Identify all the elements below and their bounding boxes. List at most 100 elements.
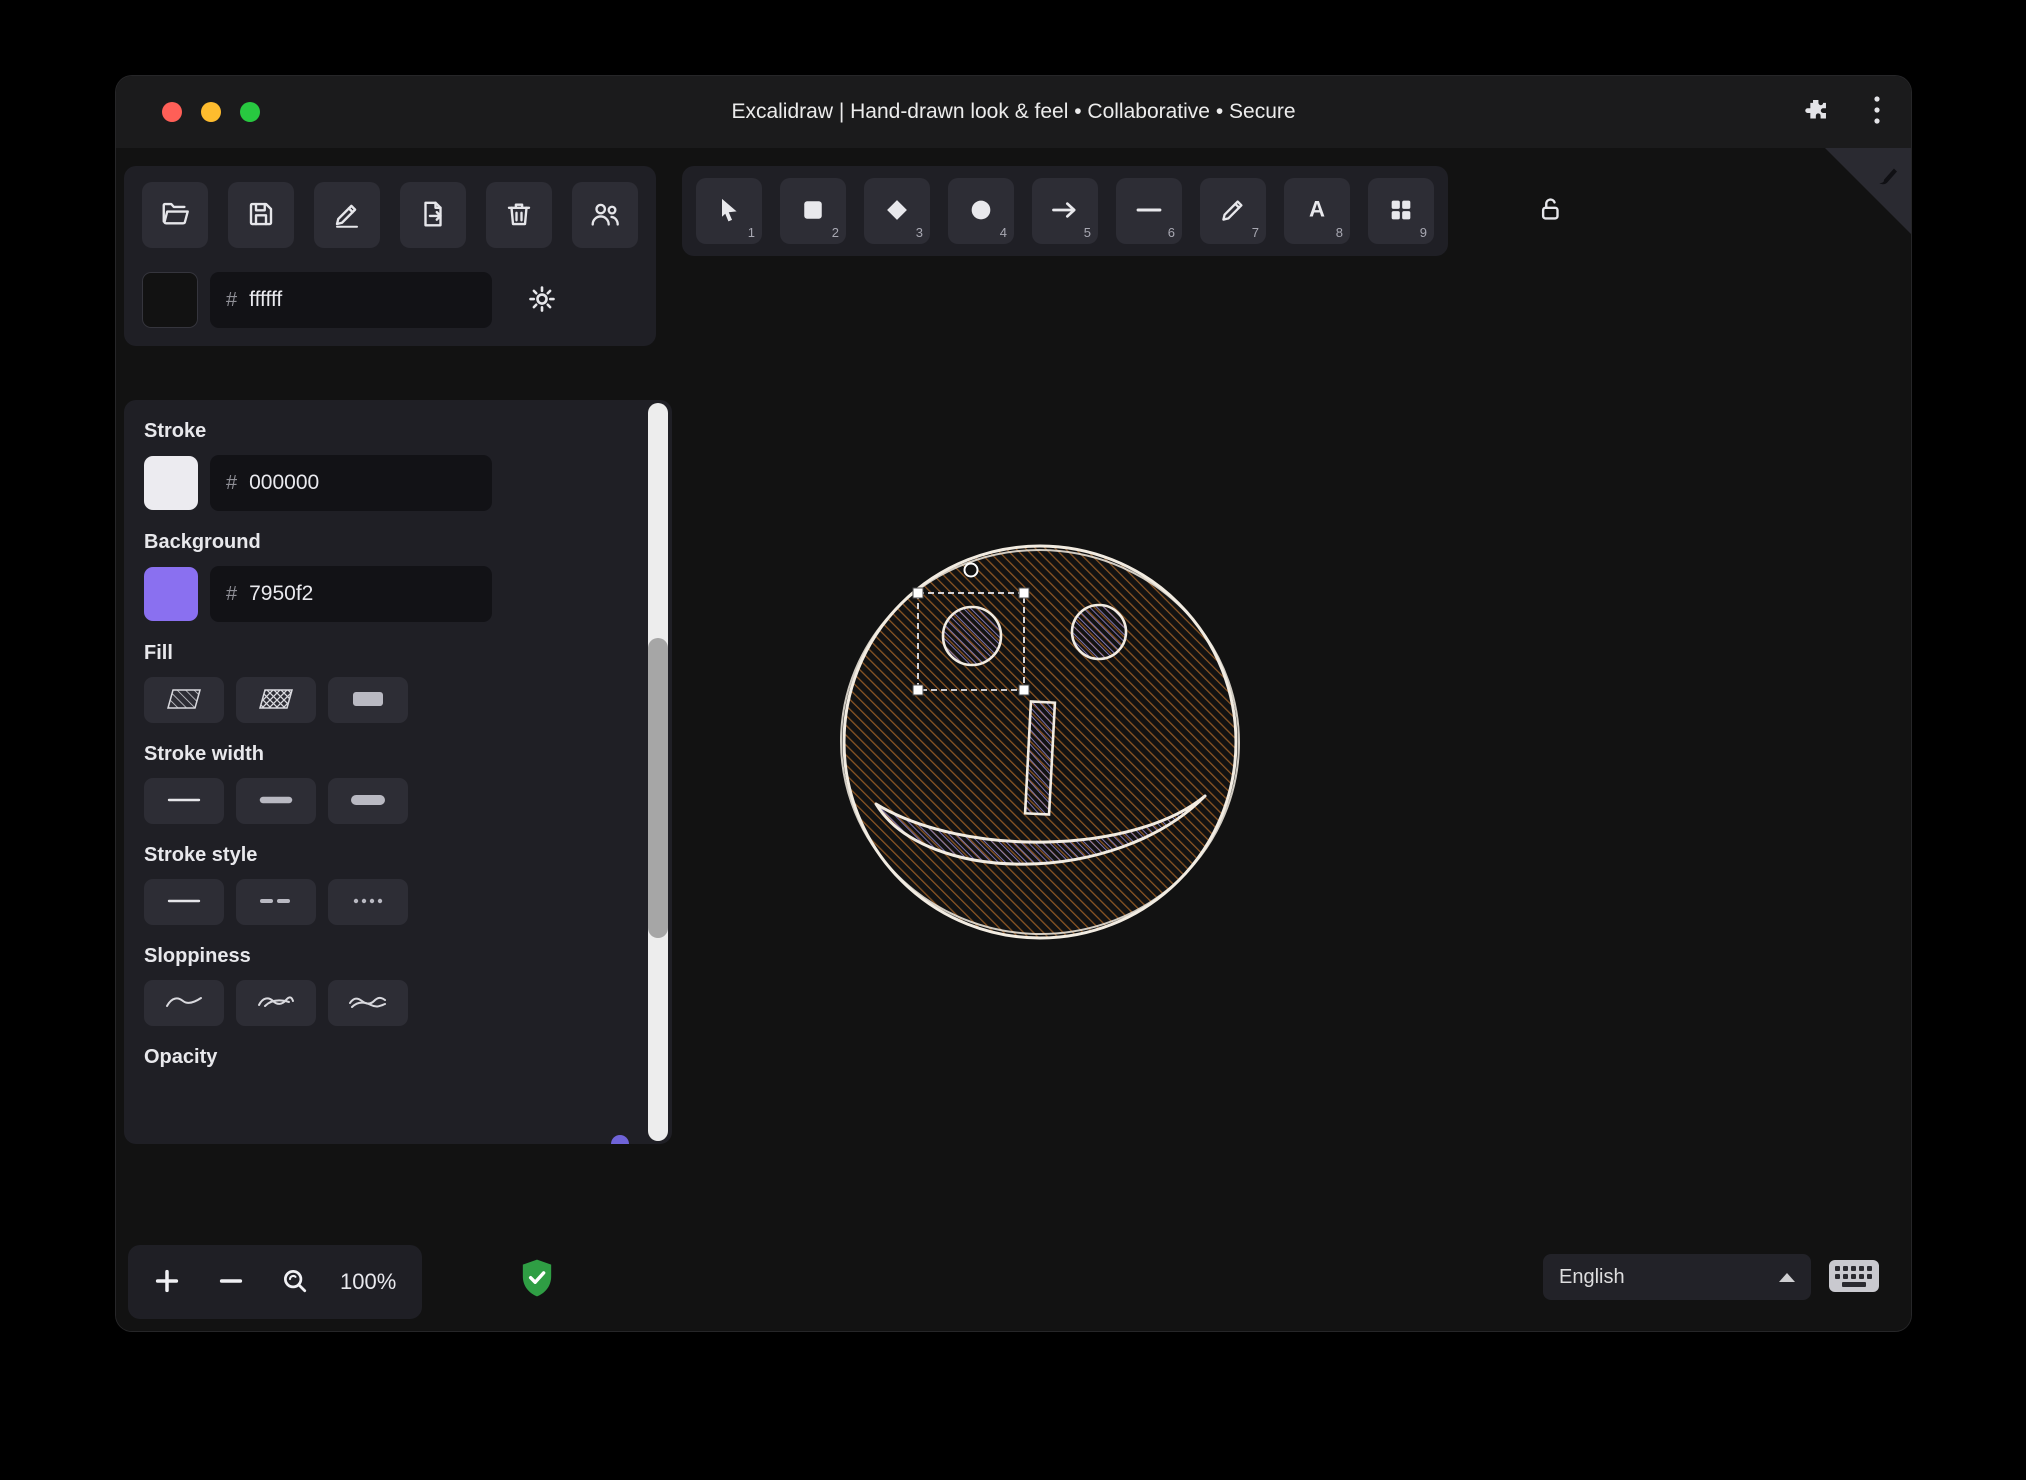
extension-puzzle-icon[interactable] xyxy=(1802,96,1829,128)
stroke-style-dashed-button[interactable] xyxy=(236,879,316,925)
tool-ellipse[interactable]: 4 xyxy=(948,178,1014,244)
zoom-controls-island: 100% xyxy=(128,1245,423,1319)
corner-brush-icon xyxy=(1875,162,1901,193)
fill-solid-button[interactable] xyxy=(328,677,408,723)
smiley-left-eye-ellipse[interactable] xyxy=(941,605,1003,667)
pen-edit-icon xyxy=(332,199,362,232)
keyboard-shortcuts-icon[interactable] xyxy=(1828,1258,1880,1299)
lock-tool-button[interactable] xyxy=(1524,184,1576,236)
grid-squares-icon xyxy=(1387,196,1415,227)
hash-prefix: # xyxy=(226,288,238,311)
stroke-width-section-label: Stroke width xyxy=(144,743,265,765)
canvas-settings-button[interactable] xyxy=(518,276,566,324)
clear-canvas-button[interactable] xyxy=(486,182,552,248)
stroke-width-extra-bold-button[interactable] xyxy=(328,778,408,824)
cartoonist-squiggle-icon xyxy=(347,989,389,1018)
stroke-color-swatch[interactable] xyxy=(144,456,198,510)
minimize-window-button[interactable] xyxy=(201,102,221,122)
minus-icon xyxy=(216,1266,246,1299)
properties-panel: Stroke # Background # Fill xyxy=(124,400,672,1144)
tool-text[interactable]: A 8 xyxy=(1284,178,1350,244)
rectangle-icon xyxy=(799,196,827,227)
chevron-up-icon xyxy=(1779,1272,1795,1282)
stroke-width-bold-button[interactable] xyxy=(236,778,316,824)
people-icon xyxy=(589,199,621,232)
arrow-right-icon xyxy=(1050,196,1080,227)
background-hex-input[interactable] xyxy=(249,582,476,606)
background-section-label: Background xyxy=(144,531,261,553)
save-as-button[interactable] xyxy=(314,182,380,248)
excalidraw-app: # 1 2 xyxy=(116,148,1911,1331)
titlebar: Excalidraw | Hand-drawn look & feel • Co… xyxy=(116,76,1911,149)
sloppiness-architect-button[interactable] xyxy=(144,980,224,1026)
window-title: Excalidraw | Hand-drawn look & feel • Co… xyxy=(731,100,1296,123)
reset-zoom-button[interactable] xyxy=(266,1253,324,1311)
artist-squiggle-icon xyxy=(255,989,297,1018)
bold-line-icon xyxy=(256,787,296,816)
hash-prefix: # xyxy=(226,582,238,605)
unlocked-padlock-icon xyxy=(1535,194,1565,227)
tool-diamond[interactable]: 3 xyxy=(864,178,930,244)
smiley-right-eye-ellipse[interactable] xyxy=(1070,603,1128,661)
sloppiness-cartoonist-button[interactable] xyxy=(328,980,408,1026)
canvas-background-hex-input[interactable] xyxy=(249,288,476,312)
hash-prefix: # xyxy=(226,471,238,494)
selection-handle-nw xyxy=(912,587,924,599)
zoom-level-label: 100% xyxy=(340,1269,397,1294)
panel-scrollbar-thumb[interactable] xyxy=(648,638,668,938)
background-hex-field: # xyxy=(210,566,492,622)
stroke-hex-input[interactable] xyxy=(249,471,476,495)
solid-stroke-icon xyxy=(164,888,204,917)
canvas[interactable] xyxy=(720,422,1360,1062)
tool-line[interactable]: 6 xyxy=(1116,178,1182,244)
tool-arrow[interactable]: 5 xyxy=(1032,178,1098,244)
close-window-button[interactable] xyxy=(162,102,182,122)
stroke-style-dotted-button[interactable] xyxy=(328,879,408,925)
canvas-background-swatch[interactable] xyxy=(142,272,198,328)
sloppiness-section-label: Sloppiness xyxy=(144,945,251,967)
gear-sun-icon xyxy=(527,284,557,317)
app-window: Excalidraw | Hand-drawn look & feel • Co… xyxy=(116,76,1911,1331)
tool-shapes-library[interactable]: 9 xyxy=(1368,178,1434,244)
fill-cross-hatch-button[interactable] xyxy=(236,677,316,723)
panel-scrollbar-track[interactable] xyxy=(648,403,668,1141)
language-select[interactable]: English xyxy=(1543,1254,1811,1300)
architect-squiggle-icon xyxy=(163,989,205,1018)
dashed-stroke-icon xyxy=(256,888,296,917)
tool-draw[interactable]: 7 xyxy=(1200,178,1266,244)
collaborators-button[interactable] xyxy=(572,182,638,248)
pencil-icon xyxy=(1219,196,1247,227)
sloppiness-artist-button[interactable] xyxy=(236,980,316,1026)
selection-handle-sw xyxy=(912,684,924,696)
ellipse-icon xyxy=(967,196,995,227)
diamond-icon xyxy=(883,196,911,227)
background-color-swatch[interactable] xyxy=(144,567,198,621)
encryption-shield-icon[interactable] xyxy=(520,1258,554,1303)
dotted-stroke-icon xyxy=(348,888,388,917)
opacity-slider-thumb[interactable] xyxy=(611,1135,629,1144)
rotate-handle xyxy=(963,562,979,578)
stroke-hex-field: # xyxy=(210,455,492,511)
selection-handle-se xyxy=(1018,684,1030,696)
kebab-menu-icon[interactable] xyxy=(1873,94,1881,131)
smiley-nose-rectangle[interactable] xyxy=(1023,700,1057,816)
shape-toolbar-island: 1 2 3 4 5 6 7 A 8 9 xyxy=(682,166,1448,256)
zoom-window-button[interactable] xyxy=(240,102,260,122)
stroke-style-solid-button[interactable] xyxy=(144,879,224,925)
zoom-out-button[interactable] xyxy=(202,1253,260,1311)
zoom-in-button[interactable] xyxy=(138,1253,196,1311)
load-scene-button[interactable] xyxy=(142,182,208,248)
stroke-style-section-label: Stroke style xyxy=(144,844,258,866)
floppy-disk-icon xyxy=(246,199,276,232)
selection-handle-ne xyxy=(1018,587,1030,599)
cross-hatch-fill-icon xyxy=(256,686,296,715)
stroke-width-thin-button[interactable] xyxy=(144,778,224,824)
thin-line-icon xyxy=(164,787,204,816)
window-controls xyxy=(162,102,260,122)
hachure-fill-icon xyxy=(164,686,204,715)
save-button[interactable] xyxy=(228,182,294,248)
fill-hachure-button[interactable] xyxy=(144,677,224,723)
export-button[interactable] xyxy=(400,182,466,248)
tool-selection[interactable]: 1 xyxy=(696,178,762,244)
tool-rectangle[interactable]: 2 xyxy=(780,178,846,244)
